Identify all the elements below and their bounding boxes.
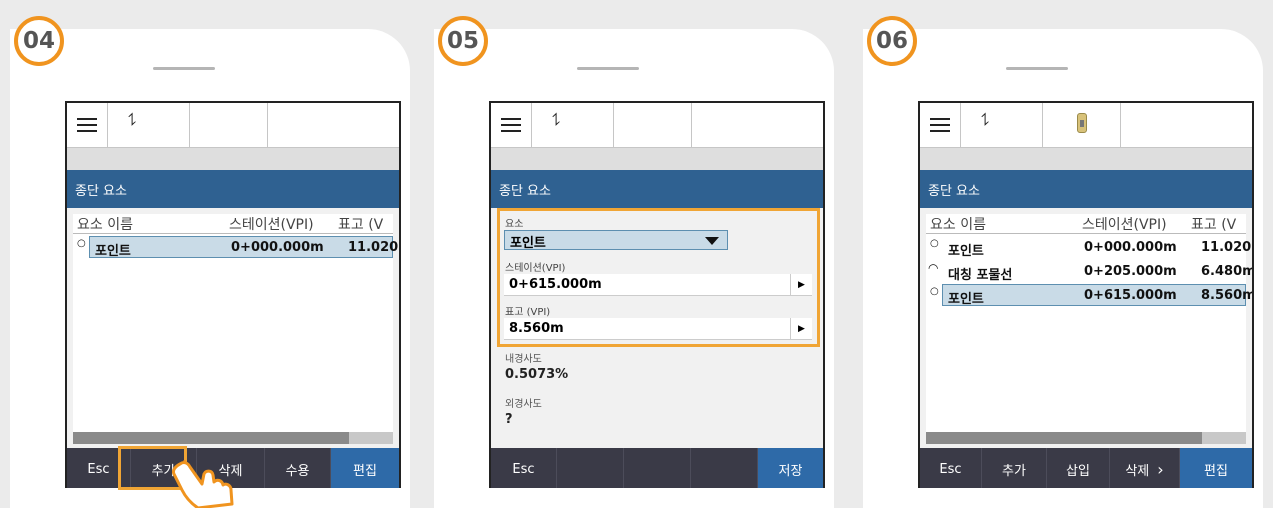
- hamburger-menu-icon[interactable]: [501, 118, 521, 132]
- grade-out-value: ?: [505, 412, 513, 427]
- form-highlight: [497, 208, 820, 347]
- list-item[interactable]: ○ 포인트 0+000.000m 11.020m: [73, 236, 399, 259]
- menu-cell[interactable]: [491, 103, 532, 147]
- curve-icon: ◠: [928, 261, 939, 275]
- header-divider: [73, 233, 393, 234]
- edit-button[interactable]: 편집: [1180, 448, 1252, 488]
- page-title: 종단 요소: [491, 170, 823, 208]
- insert-button[interactable]: 삽입: [1047, 448, 1110, 488]
- element-station: 0+205.000m: [1084, 264, 1177, 279]
- element-name: 포인트: [948, 244, 984, 259]
- horizontal-scrollbar[interactable]: [926, 432, 1246, 444]
- menu-cell[interactable]: [920, 103, 961, 147]
- column-header-station[interactable]: 스테이션(VPI): [229, 214, 314, 233]
- element-elevation: 6.480m: [1201, 264, 1254, 279]
- status-bar: ⥍: [920, 103, 1252, 148]
- element-name: 포인트: [948, 292, 984, 307]
- horizontal-scrollbar[interactable]: [73, 432, 393, 444]
- power-cell[interactable]: ⥍: [961, 103, 1043, 147]
- step-badge: 06: [867, 16, 917, 66]
- step-panel-06: 06 ⥍ 종단 요소 요소 이름 스테이션(VPI) 표고 (V ○ 포인트 0…: [863, 0, 1273, 508]
- chevron-right-icon[interactable]: ›: [1157, 460, 1163, 479]
- status-cell-empty[interactable]: [190, 103, 268, 147]
- plug-icon: ⥍: [552, 109, 561, 130]
- empty-button[interactable]: [624, 448, 691, 488]
- point-icon: ○: [930, 238, 939, 249]
- status-bar: ⥍: [67, 103, 399, 148]
- element-elevation: 11.020m: [348, 240, 399, 255]
- plug-icon: ⥍: [981, 109, 990, 130]
- list-item[interactable]: ◠ 대칭 포물선 0+205.000m 6.480m: [926, 260, 1252, 283]
- point-icon: ○: [930, 286, 939, 297]
- list-item[interactable]: ○ 포인트 0+000.000m 11.020m: [926, 236, 1252, 259]
- device-screen: ⥍ 종단 요소 요소 이름 스테이션(VPI) 표고 (V ○ 포인트 0+00…: [65, 101, 401, 488]
- step-badge: 05: [438, 16, 488, 66]
- action-bar: Esc 저장: [491, 448, 823, 488]
- tap-hand-icon: [172, 460, 234, 508]
- power-cell[interactable]: ⥍: [532, 103, 614, 147]
- step-badge: 04: [14, 16, 64, 66]
- hamburger-menu-icon[interactable]: [77, 118, 97, 132]
- column-header-name[interactable]: 요소 이름: [930, 214, 986, 233]
- save-button[interactable]: 저장: [758, 448, 823, 488]
- delete-label: 삭제: [1125, 463, 1150, 479]
- point-icon: ○: [77, 238, 86, 249]
- column-header-station[interactable]: 스테이션(VPI): [1082, 214, 1167, 233]
- scrollbar-thumb[interactable]: [73, 432, 349, 444]
- edit-button[interactable]: 편집: [331, 448, 399, 488]
- scrollbar-thumb[interactable]: [926, 432, 1202, 444]
- esc-button[interactable]: Esc: [920, 448, 982, 488]
- content-area: 요소 이름 스테이션(VPI) 표고 (V ○ 포인트 0+000.000m 1…: [920, 208, 1252, 448]
- accept-button[interactable]: 수용: [265, 448, 331, 488]
- content-area: 요소 이름 스테이션(VPI) 표고 (V ○ 포인트 0+000.000m 1…: [67, 208, 399, 448]
- receiver-cell[interactable]: [1043, 103, 1121, 147]
- step-panel-04: 04 ⥍ 종단 요소 요소 이름 스테이션(VPI) 표고 (V ○ 포인트 0…: [10, 0, 420, 508]
- device-screen: ⥍ 종단 요소 요소 이름 스테이션(VPI) 표고 (V ○ 포인트 0+00…: [918, 101, 1254, 488]
- element-station: 0+000.000m: [231, 240, 324, 255]
- phone-speaker: [1006, 67, 1068, 70]
- grade-out-label: 외경사도: [505, 399, 542, 410]
- grade-in-label: 내경사도: [505, 354, 542, 365]
- status-bar: ⥍: [491, 103, 823, 148]
- toolbar-band: [920, 148, 1252, 170]
- plug-icon: ⥍: [128, 109, 137, 130]
- empty-button[interactable]: [691, 448, 758, 488]
- hamburger-menu-icon[interactable]: [930, 118, 950, 132]
- column-header-name[interactable]: 요소 이름: [77, 214, 133, 233]
- header-divider: [926, 233, 1246, 234]
- empty-button[interactable]: [557, 448, 624, 488]
- element-list[interactable]: 요소 이름 스테이션(VPI) 표고 (V ○ 포인트 0+000.000m 1…: [73, 214, 399, 444]
- element-list[interactable]: 요소 이름 스테이션(VPI) 표고 (V ○ 포인트 0+000.000m 1…: [926, 214, 1252, 444]
- phone-speaker: [577, 67, 639, 70]
- toolbar-band: [67, 148, 399, 170]
- element-station: 0+000.000m: [1084, 240, 1177, 255]
- list-item[interactable]: ○ 포인트 0+615.000m 8.560m: [926, 284, 1252, 307]
- element-station: 0+615.000m: [1084, 288, 1177, 303]
- action-bar: Esc 추가 삽입 삭제 › 편집: [920, 448, 1252, 488]
- column-header-elevation[interactable]: 표고 (V: [338, 214, 383, 233]
- element-elevation: 8.560m: [1201, 288, 1254, 303]
- step-panel-05: 05 ⥍ 종단 요소 요소 포인트 스테이션(VPI) 0+615.000m ▶…: [434, 0, 844, 508]
- toolbar-band: [491, 148, 823, 170]
- element-name: 포인트: [95, 244, 131, 259]
- page-title: 종단 요소: [920, 170, 1252, 208]
- power-cell[interactable]: ⥍: [108, 103, 190, 147]
- element-name: 대칭 포물선: [948, 268, 1013, 283]
- phone-speaker: [153, 67, 215, 70]
- element-elevation: 11.020m: [1201, 240, 1252, 255]
- page-title: 종단 요소: [67, 170, 399, 208]
- add-button[interactable]: 추가: [982, 448, 1047, 488]
- status-cell-empty[interactable]: [614, 103, 692, 147]
- menu-cell[interactable]: [67, 103, 108, 147]
- column-header-elevation[interactable]: 표고 (V: [1191, 214, 1236, 233]
- grade-in-value: 0.5073%: [505, 367, 569, 382]
- esc-button[interactable]: Esc: [491, 448, 557, 488]
- delete-button[interactable]: 삭제 ›: [1110, 448, 1180, 488]
- gnss-receiver-icon: [1077, 113, 1087, 133]
